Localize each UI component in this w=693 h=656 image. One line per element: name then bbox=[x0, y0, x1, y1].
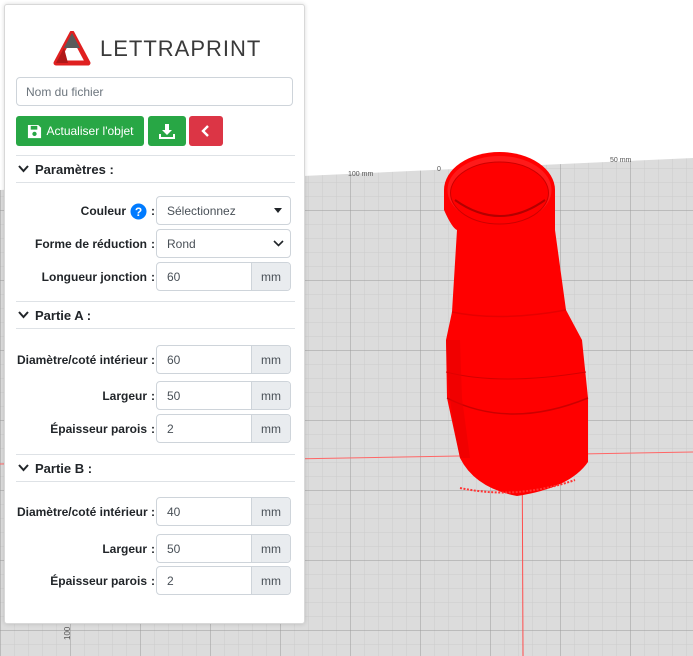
length-label: Longueur jonction bbox=[41, 269, 147, 284]
help-icon[interactable]: ? bbox=[130, 203, 147, 220]
a-diameter-unit: mm bbox=[251, 346, 290, 373]
save-icon bbox=[27, 124, 41, 138]
logo-icon bbox=[53, 31, 91, 66]
svg-text:?: ? bbox=[135, 205, 142, 219]
chevron-down-icon bbox=[18, 464, 29, 472]
a-thickness-label: Épaisseur parois bbox=[50, 421, 147, 436]
a-diameter-value: 60 bbox=[167, 352, 181, 367]
section-parametres-title: Paramètres : bbox=[35, 161, 114, 177]
b-diameter-label: Diamètre/coté intérieur : bbox=[16, 504, 155, 519]
filename-input[interactable] bbox=[16, 77, 293, 106]
download-icon bbox=[159, 124, 175, 139]
section-partie-b[interactable]: Partie B : bbox=[16, 454, 295, 482]
color-label: Couleur bbox=[80, 203, 126, 218]
chevron-down-icon bbox=[18, 311, 29, 319]
row-b-thickness: Épaisseur parois: 2 mm bbox=[5, 566, 306, 596]
back-button[interactable] bbox=[189, 116, 223, 146]
parameters-panel: LETTRAPRINT Actualiser l'objet Paramètre… bbox=[4, 4, 305, 624]
chevron-left-icon bbox=[201, 125, 209, 137]
caret-down-icon bbox=[274, 208, 282, 213]
row-a-diameter: Diamètre/coté intérieur : 60 mm bbox=[5, 345, 306, 375]
row-a-thickness: Épaisseur parois: 2 mm bbox=[5, 414, 306, 444]
section-parametres[interactable]: Paramètres : bbox=[16, 155, 295, 183]
section-partie-a[interactable]: Partie A : bbox=[16, 301, 295, 329]
section-partie-a-title: Partie A : bbox=[35, 307, 92, 323]
a-diameter-input[interactable]: 60 mm bbox=[156, 345, 291, 374]
chevron-down-icon bbox=[272, 240, 284, 247]
b-width-value: 50 bbox=[167, 541, 181, 556]
brand-logo: LETTRAPRINT bbox=[52, 29, 261, 69]
b-thickness-label: Épaisseur parois bbox=[50, 573, 147, 588]
a-thickness-value: 2 bbox=[167, 421, 174, 436]
update-object-label: Actualiser l'objet bbox=[46, 124, 134, 138]
a-width-unit: mm bbox=[251, 382, 290, 409]
b-width-unit: mm bbox=[251, 535, 290, 562]
a-width-input[interactable]: 50 mm bbox=[156, 381, 291, 410]
brand-name: LETTRAPRINT bbox=[100, 36, 262, 61]
a-width-label: Largeur bbox=[102, 388, 147, 403]
section-partie-b-title: Partie B : bbox=[35, 460, 93, 476]
b-diameter-unit: mm bbox=[251, 498, 290, 525]
grid-label-top-2: 0 bbox=[437, 166, 441, 173]
a-thickness-input[interactable]: 2 mm bbox=[156, 414, 291, 443]
grid-label-top-1: 100 mm bbox=[348, 171, 373, 178]
row-color: Couleur ? : Sélectionnez bbox=[5, 196, 306, 226]
update-object-button[interactable]: Actualiser l'objet bbox=[16, 116, 144, 146]
color-select[interactable]: Sélectionnez bbox=[156, 196, 291, 225]
chevron-down-icon bbox=[18, 165, 29, 173]
b-width-label: Largeur bbox=[102, 541, 147, 556]
shape-select[interactable]: Rond bbox=[156, 229, 291, 258]
a-width-value: 50 bbox=[167, 388, 181, 403]
b-width-input[interactable]: 50 mm bbox=[156, 534, 291, 563]
a-diameter-label: Diamètre/coté intérieur : bbox=[16, 352, 155, 367]
download-button[interactable] bbox=[148, 116, 186, 146]
grid-label-top-3: 50 mm bbox=[610, 157, 632, 164]
length-unit: mm bbox=[251, 263, 290, 290]
b-thickness-unit: mm bbox=[251, 567, 290, 594]
row-length: Longueur jonction: 60 mm bbox=[5, 262, 306, 292]
b-thickness-input[interactable]: 2 mm bbox=[156, 566, 291, 595]
color-select-value: Sélectionnez bbox=[167, 203, 236, 218]
length-value: 60 bbox=[167, 269, 181, 284]
b-diameter-value: 40 bbox=[167, 504, 181, 519]
shape-label: Forme de réduction bbox=[34, 236, 147, 251]
length-input[interactable]: 60 mm bbox=[156, 262, 291, 291]
row-a-width: Largeur: 50 mm bbox=[5, 381, 306, 411]
shape-select-value: Rond bbox=[167, 236, 196, 251]
grid-label-left-5: 100 bbox=[63, 626, 72, 640]
row-shape: Forme de réduction: Rond bbox=[5, 229, 306, 259]
row-b-diameter: Diamètre/coté intérieur : 40 mm bbox=[5, 497, 306, 527]
row-b-width: Largeur: 50 mm bbox=[5, 534, 306, 564]
a-thickness-unit: mm bbox=[251, 415, 290, 442]
b-thickness-value: 2 bbox=[167, 573, 174, 588]
b-diameter-input[interactable]: 40 mm bbox=[156, 497, 291, 526]
